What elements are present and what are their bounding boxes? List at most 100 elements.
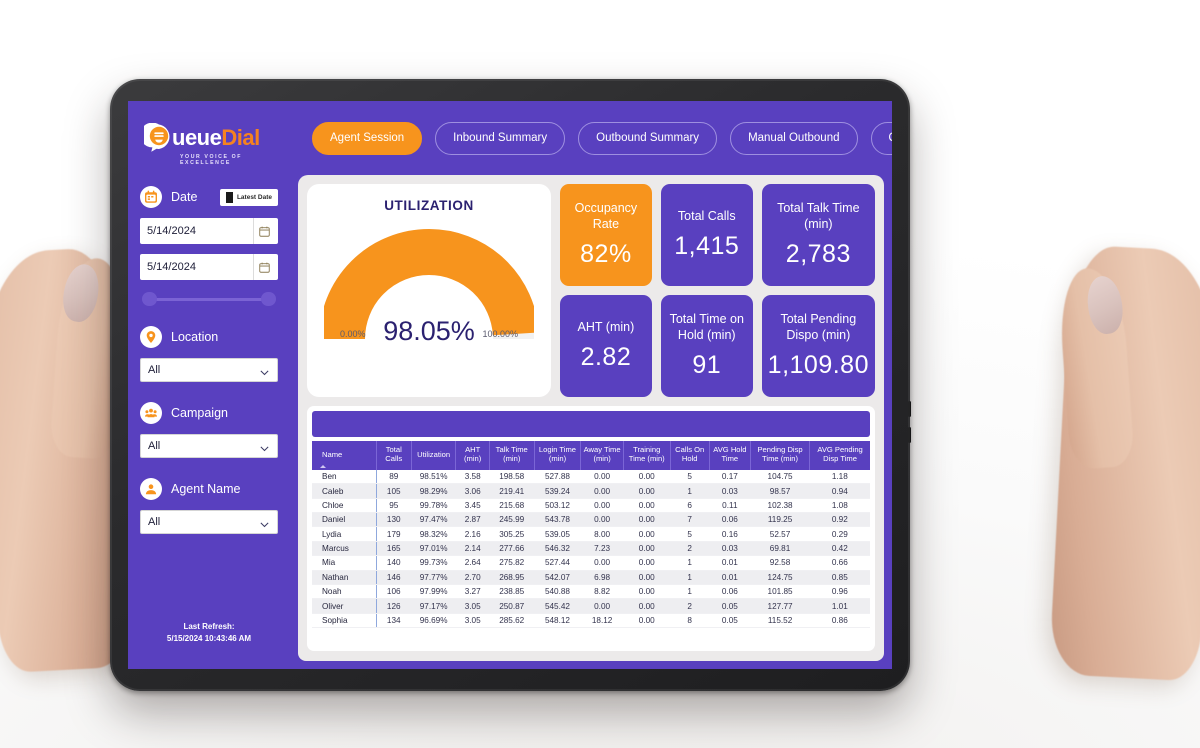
- col-pending-disp-time[interactable]: Pending Disp Time (min): [750, 441, 811, 470]
- table-row[interactable]: Nathan 146 97.77% 2.70 268.95 542.07 6.98 0.00 1…: [312, 570, 870, 585]
- campaign-select-value: All: [148, 440, 161, 452]
- table-cell: 0.29: [809, 526, 870, 542]
- col-avg-hold-time[interactable]: AVG Hold Time: [709, 441, 751, 470]
- kpi-grid: Occupancy Rate 82% Total Calls 1,415 Tot…: [560, 184, 875, 397]
- table-cell: 0.06: [709, 512, 751, 528]
- col-training-time[interactable]: Training Time (min): [623, 441, 671, 470]
- col-login-time[interactable]: Login Time (min): [534, 441, 582, 470]
- table-cell: 3.45: [455, 498, 490, 514]
- table-cell: 542.07: [534, 570, 581, 585]
- table-cell: 305.25: [489, 526, 535, 542]
- utilization-gauge-max: 100.00%: [482, 329, 518, 339]
- table-cell: 540.88: [534, 584, 581, 600]
- table-cell: 140: [376, 555, 412, 571]
- table-cell: 3.27: [455, 584, 490, 600]
- table-row[interactable]: Noah 106 97.99% 3.27 238.85 540.88 8.82 0.00 1 0.…: [312, 584, 870, 600]
- table-cell: Daniel: [312, 512, 377, 528]
- kpi-total-time-on-hold: Total Time on Hold (min) 91: [660, 295, 753, 397]
- table-row[interactable]: Daniel 130 97.47% 2.87 245.99 543.78 0.00 0.00 7…: [312, 512, 870, 528]
- date-from-value: 5/14/2024: [147, 225, 196, 237]
- table-cell: 0.00: [580, 498, 624, 514]
- table-cell: 97.01%: [411, 541, 456, 557]
- kpi-label: Occupancy Rate: [574, 201, 638, 231]
- table-row[interactable]: Caleb 105 98.29% 3.06 219.41 539.24 0.00 0.00 1 0…: [312, 483, 870, 499]
- col-total-calls[interactable]: Total Calls: [376, 441, 412, 470]
- table-cell: 0.86: [809, 613, 870, 629]
- col-avg-pending-disp-time[interactable]: AVG Pending Disp Time: [809, 441, 870, 470]
- col-away-time[interactable]: Away Time (min): [580, 441, 624, 470]
- tab-manual-outbound[interactable]: Manual Outbound: [730, 121, 858, 155]
- table-cell: 1: [670, 555, 710, 571]
- date-from-input[interactable]: 5/14/2024: [140, 218, 278, 244]
- table-cell: 96.69%: [411, 613, 456, 629]
- table-cell: 0.92: [809, 512, 870, 528]
- tab-qa-score[interactable]: QA Score: [870, 121, 892, 155]
- table-row[interactable]: Sophia 134 96.69% 3.05 285.62 548.12 18.12 0.00…: [312, 613, 870, 629]
- table-cell: 97.47%: [411, 512, 456, 528]
- table-cell: 277.66: [489, 541, 535, 557]
- volume-down-button[interactable]: [908, 427, 911, 443]
- table-row[interactable]: Oliver 126 97.17% 3.05 250.87 545.42 0.00 0.00 2…: [312, 598, 870, 614]
- filter-date: Date Latest Date 5/14/2024 5/14/2024: [140, 186, 278, 306]
- table-row[interactable]: Mia 140 99.73% 2.64 275.82 527.44 0.00 0.00 1 0.0…: [312, 555, 870, 571]
- table-cell: 2: [670, 541, 710, 557]
- table-row[interactable]: Lydia 179 98.32% 2.16 305.25 539.05 8.00 0.00 5 0…: [312, 526, 870, 542]
- tab-inbound-summary[interactable]: Inbound Summary: [435, 121, 566, 155]
- table-cell: 5: [670, 469, 710, 485]
- table-cell: 0.94: [809, 483, 870, 499]
- table-cell: 3.05: [455, 613, 490, 629]
- col-aht[interactable]: AHT (min): [455, 441, 490, 470]
- table-cell: Sophia: [312, 613, 377, 629]
- table-cell: 98.51%: [411, 469, 456, 485]
- table-cell: 99.78%: [411, 498, 456, 514]
- utilization-gauge-card: UTILIZATION 98.05% 0.00% 100.00%: [307, 184, 551, 397]
- slider-handle-start[interactable]: [142, 292, 157, 306]
- location-select[interactable]: All: [140, 358, 278, 382]
- tablet-screen: ueueDial YOUR VOICE OF EXCELLENCE Date L…: [128, 101, 892, 669]
- table-cell: 0.00: [623, 598, 671, 614]
- table-row[interactable]: Ben 89 98.51% 3.58 198.58 527.88 0.00 0.00 5 0.17…: [312, 469, 870, 485]
- date-range-slider[interactable]: [142, 292, 276, 306]
- table-cell: 0.00: [623, 469, 671, 485]
- date-to-calendar-icon[interactable]: [254, 262, 274, 273]
- table-row[interactable]: Chloe 95 99.78% 3.45 215.68 503.12 0.00 0.00 6 0.…: [312, 498, 870, 514]
- table-cell: 0.00: [623, 541, 671, 557]
- filter-campaign-label: Campaign: [171, 406, 228, 420]
- col-talk-time[interactable]: Talk Time (min): [489, 441, 535, 470]
- tab-agent-session[interactable]: Agent Session: [312, 121, 423, 155]
- table-cell: 0.03: [709, 541, 751, 557]
- utilization-gauge: 98.05% 0.00% 100.00%: [319, 227, 539, 349]
- table-cell: 127.77: [750, 598, 810, 614]
- kpi-label: Total Calls: [677, 209, 736, 224]
- campaign-select[interactable]: All: [140, 434, 278, 458]
- sidebar: ueueDial YOUR VOICE OF EXCELLENCE Date L…: [128, 101, 290, 669]
- table-cell: 1: [670, 570, 710, 585]
- last-refresh-timestamp: 5/15/2024 10:43:46 AM: [166, 634, 252, 643]
- kpi-value: 1,415: [674, 231, 740, 260]
- table-cell: 8.82: [580, 584, 624, 600]
- latest-date-button[interactable]: Latest Date: [219, 188, 278, 206]
- date-to-input[interactable]: 5/14/2024: [140, 254, 278, 280]
- table-row[interactable]: Marcus 165 97.01% 2.14 277.66 546.32 7.23 0.00 2…: [312, 541, 870, 557]
- last-refresh: Last Refresh: 5/15/2024 10:43:46 AM: [140, 621, 278, 661]
- col-calls-on-hold[interactable]: Calls On Hold: [670, 441, 710, 470]
- table-cell: Lydia: [312, 526, 377, 542]
- table-cell: 97.17%: [411, 598, 456, 614]
- table-cell: 2: [670, 598, 710, 614]
- table-cell: 546.32: [534, 541, 581, 557]
- slider-handle-end[interactable]: [261, 292, 276, 306]
- volume-up-button[interactable]: [908, 401, 911, 417]
- table-cell: 0.01: [709, 555, 751, 571]
- table-cell: 0.85: [809, 570, 870, 585]
- tab-outbound-summary[interactable]: Outbound Summary: [578, 121, 718, 155]
- table-cell: 130: [376, 512, 412, 528]
- col-utilization[interactable]: Utilization: [411, 441, 457, 470]
- date-from-calendar-icon[interactable]: [254, 226, 274, 237]
- table-cell: Marcus: [312, 541, 377, 557]
- table-cell: 275.82: [489, 555, 535, 571]
- kpi-label: Total Pending Dispo (min): [780, 312, 857, 342]
- col-name[interactable]: Name: [312, 441, 377, 470]
- agent-name-select[interactable]: All: [140, 510, 278, 534]
- kpi-value: 2,783: [785, 239, 851, 268]
- agent-session-table: Name Total Calls Utilization AHT (min) T…: [312, 441, 870, 629]
